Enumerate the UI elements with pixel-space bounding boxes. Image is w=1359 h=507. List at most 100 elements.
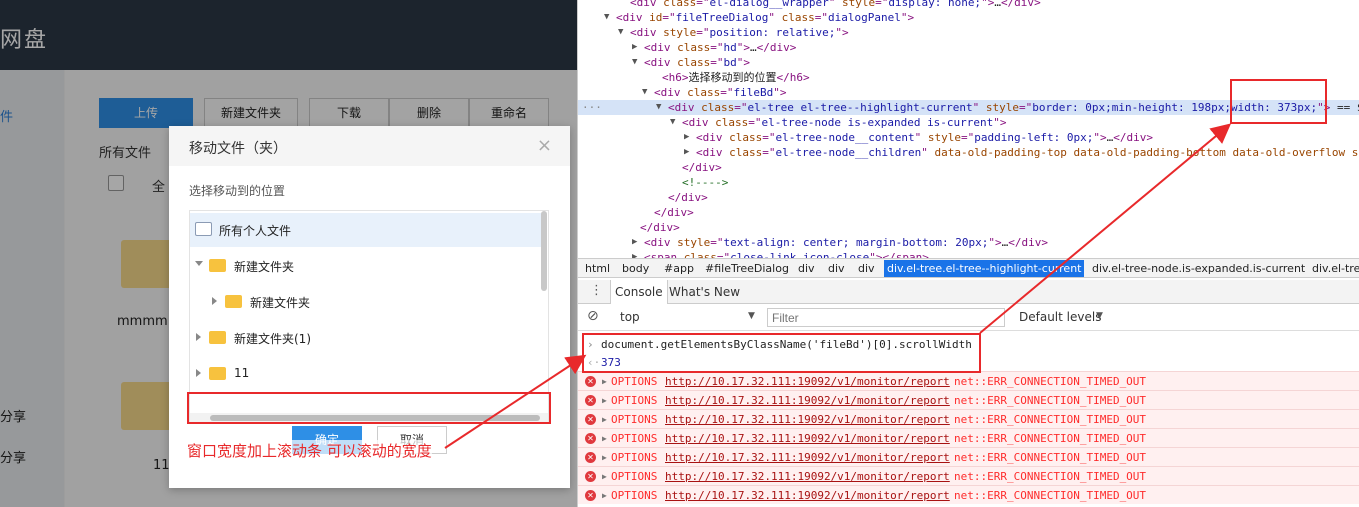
clear-console-icon[interactable]: ⊘ xyxy=(587,308,599,324)
error-url-link[interactable]: http://10.17.32.111:19092/v1/monitor/rep… xyxy=(665,467,950,486)
dom-node-text: <div class="el-tree-node__content" style… xyxy=(696,131,1154,144)
chevron-right-icon[interactable]: ▶ xyxy=(602,391,607,410)
chevron-down-icon[interactable] xyxy=(195,261,203,266)
dom-crumb-selected[interactable]: div.el-tree.el-tree--highlight-current xyxy=(884,260,1085,277)
chevron-right-icon[interactable]: ▶ xyxy=(684,145,689,160)
console-error-row[interactable]: ✕ ▶ OPTIONS http://10.17.32.111:19092/v1/mo… xyxy=(578,409,1359,428)
dom-crumb[interactable]: #fileTreeDialog xyxy=(705,262,789,275)
dom-crumb[interactable]: div.el-tree xyxy=(1312,262,1359,275)
error-url-link[interactable]: http://10.17.32.111:19092/v1/monitor/rep… xyxy=(665,486,950,505)
console-error-row[interactable]: ✕ ▶ OPTIONS http://10.17.32.111:19092/v1/mo… xyxy=(578,485,1359,504)
dom-node-text: <div class="fileBd"> xyxy=(654,86,787,99)
chevron-down-icon[interactable]: ▼ xyxy=(1096,311,1103,321)
chevron-down-icon[interactable]: ▼ xyxy=(748,311,755,321)
chevron-right-icon[interactable]: ▶ xyxy=(602,410,607,429)
context-select[interactable]: top xyxy=(620,310,640,324)
dialog-title: 移动文件（夹） xyxy=(189,141,287,157)
move-file-dialog: 移动文件（夹） × 选择移动到的位置 所有个人文件 新建文件夹 新建文件夹 新建… xyxy=(169,126,570,488)
dom-crumb[interactable]: div.el-tree-node.is-expanded.is-current xyxy=(1092,262,1305,275)
chevron-down-icon[interactable]: ▼ xyxy=(632,55,637,70)
tree-node-root[interactable]: 所有个人文件 xyxy=(190,213,545,247)
chevron-down-icon[interactable]: ▼ xyxy=(656,100,661,115)
error-icon: ✕ xyxy=(585,490,596,501)
dom-node-text: </div> xyxy=(668,191,708,204)
console-error-row[interactable]: ✕ ▶ OPTIONS http://10.17.32.111:19092/v1/mo… xyxy=(578,390,1359,409)
tree-node-label: 11 xyxy=(234,366,250,380)
error-url-link[interactable]: http://10.17.32.111:19092/v1/monitor/rep… xyxy=(665,448,950,467)
drawer-tabs: ⋮ Console What's New xyxy=(578,280,1359,304)
dom-crumb[interactable]: html xyxy=(585,262,610,275)
chevron-right-icon[interactable]: ▶ xyxy=(602,486,607,505)
dom-node-text: <div class="el-tree-node__children" data… xyxy=(696,146,1359,159)
folder-icon xyxy=(209,259,226,272)
console-error-row[interactable]: ✕ ▶ OPTIONS http://10.17.32.111:19092/v1/mo… xyxy=(578,428,1359,447)
more-icon[interactable]: ⋮ xyxy=(590,283,603,298)
log-levels-select[interactable]: Default levels xyxy=(1019,310,1101,324)
error-message: net::ERR_CONNECTION_TIMED_OUT xyxy=(954,394,1147,407)
chevron-right-icon[interactable]: ▶ xyxy=(684,130,689,145)
dom-node-text: <div class="hd">…</div> xyxy=(644,41,797,54)
chevron-right-icon[interactable]: ▶ xyxy=(602,448,607,467)
tree-node-label: 新建文件夹 xyxy=(250,296,311,310)
chevron-down-icon[interactable]: ▼ xyxy=(670,115,675,130)
error-url-link[interactable]: http://10.17.32.111:19092/v1/monitor/rep… xyxy=(665,391,950,410)
annotation-box-width xyxy=(1230,79,1327,124)
dom-crumb[interactable]: div xyxy=(828,262,845,275)
dom-node-text: </div> xyxy=(640,221,680,234)
error-method: OPTIONS xyxy=(611,432,658,445)
annotation-box-scrollbar xyxy=(187,392,551,424)
dom-crumb[interactable]: div xyxy=(798,262,815,275)
tree-node[interactable]: 11 xyxy=(190,357,545,391)
dom-crumb[interactable]: body xyxy=(622,262,649,275)
tab-whats-new[interactable]: What's New xyxy=(669,285,740,299)
tab-console[interactable]: Console xyxy=(610,280,668,304)
chevron-right-icon[interactable]: ▶ xyxy=(602,429,607,448)
chevron-right-icon[interactable] xyxy=(196,369,201,377)
tree-node-label: 新建文件夹(1) xyxy=(234,332,311,346)
dom-crumb[interactable]: #app xyxy=(664,262,694,275)
chevron-right-icon[interactable]: ▶ xyxy=(632,235,637,250)
error-icon: ✕ xyxy=(585,433,596,444)
console-error-row[interactable]: ✕ ▶ OPTIONS http://10.17.32.111:19092/v1/mo… xyxy=(578,447,1359,466)
error-method: OPTIONS xyxy=(611,413,658,426)
tree-node[interactable]: 新建文件夹(1) xyxy=(190,321,545,355)
dom-node-text: <div class="bd"> xyxy=(644,56,750,69)
dom-node-text: <div style="position: relative;"> xyxy=(630,26,849,39)
vertical-scrollbar[interactable] xyxy=(541,211,547,291)
ellipsis-icon[interactable]: ··· xyxy=(582,100,602,115)
console-error-row[interactable]: ✕ ▶ OPTIONS http://10.17.32.111:19092/v1/mo… xyxy=(578,371,1359,390)
close-icon[interactable]: × xyxy=(537,135,552,156)
error-message: net::ERR_CONNECTION_TIMED_OUT xyxy=(954,432,1147,445)
chevron-right-icon[interactable]: ▶ xyxy=(602,372,607,391)
chevron-down-icon[interactable]: ▼ xyxy=(642,85,647,100)
error-url-link[interactable]: http://10.17.32.111:19092/v1/monitor/rep… xyxy=(665,410,950,429)
error-url-link[interactable]: http://10.17.32.111:19092/v1/monitor/rep… xyxy=(665,372,950,391)
chevron-down-icon[interactable]: ▼ xyxy=(618,25,623,40)
dom-breadcrumbs: html body #app #fileTreeDialog div div d… xyxy=(578,258,1359,278)
chevron-right-icon[interactable] xyxy=(212,297,217,305)
error-message: net::ERR_CONNECTION_TIMED_OUT xyxy=(954,413,1147,426)
error-message: net::ERR_CONNECTION_TIMED_OUT xyxy=(954,470,1147,483)
dialog-subtitle: 选择移动到的位置 xyxy=(189,184,286,198)
chevron-right-icon[interactable]: ▶ xyxy=(632,40,637,55)
tree-node[interactable]: 新建文件夹 xyxy=(190,285,545,319)
dom-crumb[interactable]: div xyxy=(858,262,875,275)
tree-node-label: 新建文件夹 xyxy=(234,260,295,274)
chevron-down-icon[interactable]: ▼ xyxy=(604,10,609,25)
error-method: OPTIONS xyxy=(611,470,658,483)
dom-node-text: <div id="fileTreeDialog" class="dialogPa… xyxy=(616,11,915,24)
error-message: net::ERR_CONNECTION_TIMED_OUT xyxy=(954,489,1147,502)
annotation-box-command xyxy=(582,333,981,373)
tree-node[interactable]: 新建文件夹 xyxy=(190,249,545,283)
tree-node-label: 所有个人文件 xyxy=(219,224,292,238)
console-error-row[interactable]: ✕ ▶ OPTIONS http://10.17.32.111:19092/v1/mo… xyxy=(578,466,1359,485)
console-filter-input[interactable] xyxy=(767,308,1005,327)
error-method: OPTIONS xyxy=(611,451,658,464)
annotation-note: 窗口宽度加上滚动条 可以滚动的宽度 xyxy=(187,440,432,461)
chevron-right-icon[interactable]: ▶ xyxy=(602,467,607,486)
error-url-link[interactable]: http://10.17.32.111:19092/v1/monitor/rep… xyxy=(665,429,950,448)
folder-icon xyxy=(225,295,242,308)
error-icon: ✕ xyxy=(585,471,596,482)
dialog-header: 移动文件（夹） × xyxy=(169,126,570,166)
chevron-right-icon[interactable] xyxy=(196,333,201,341)
